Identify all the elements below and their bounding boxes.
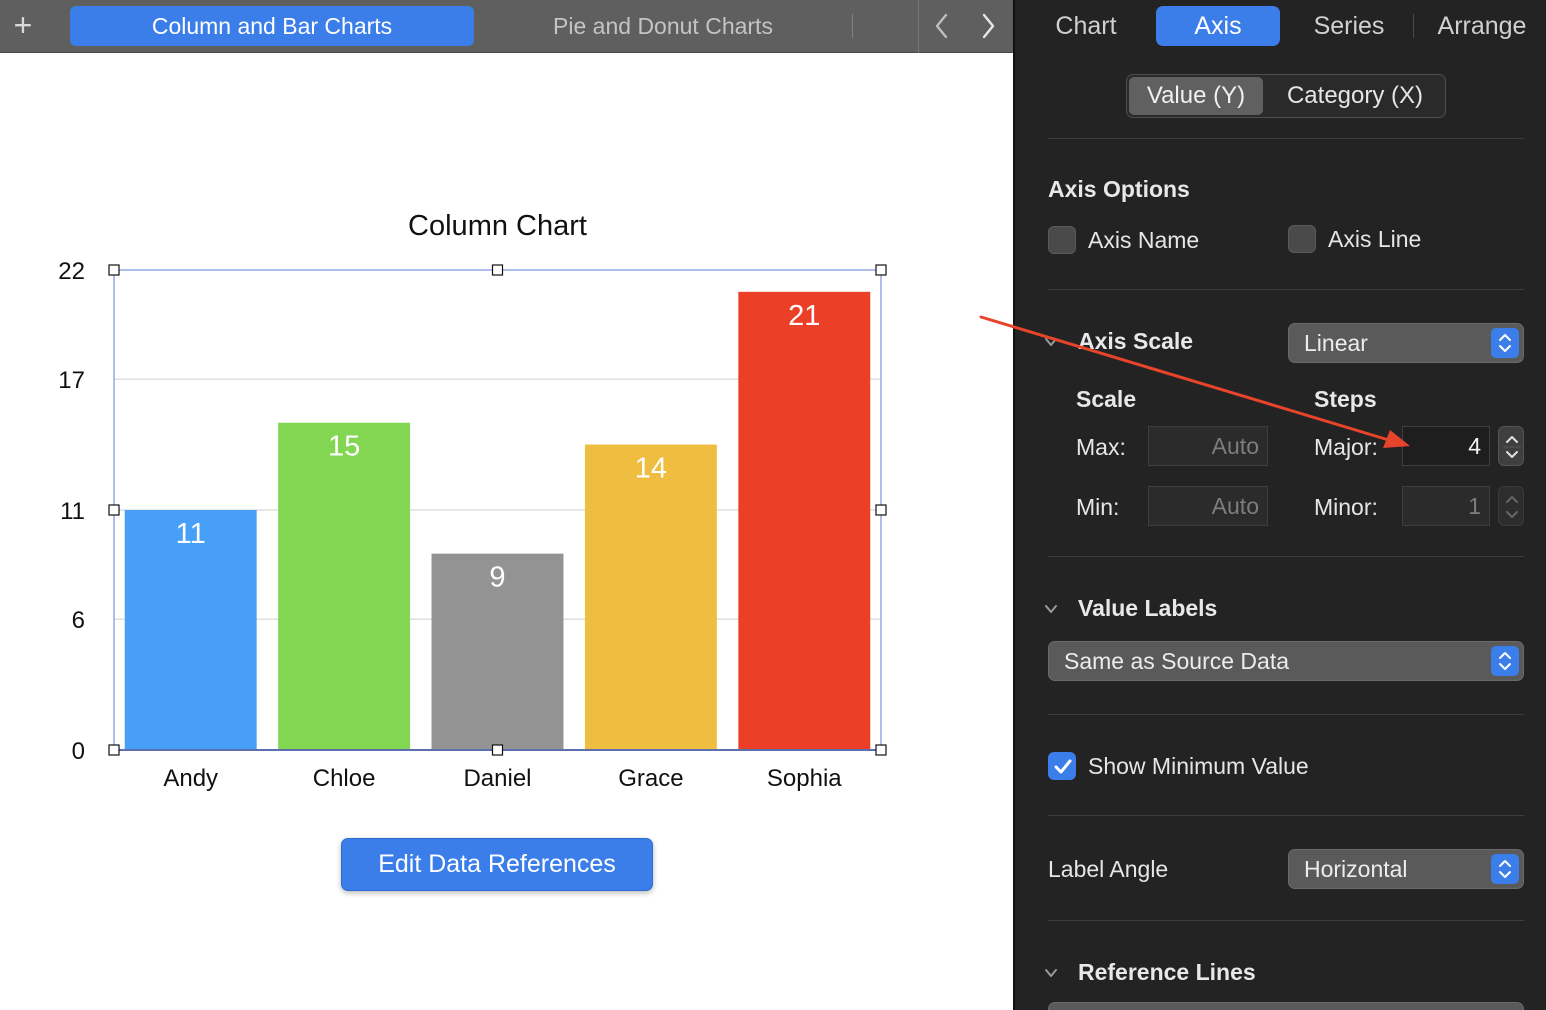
y-tick-label: 6 — [72, 607, 85, 634]
reference-lines-title: Reference Lines — [1078, 959, 1256, 985]
section-divider — [1048, 920, 1524, 921]
plus-icon[interactable]: + — [8, 6, 38, 44]
max-field[interactable]: Auto — [1148, 426, 1268, 466]
label-angle-value: Horizontal — [1304, 856, 1408, 882]
segment-value-y[interactable]: Value (Y) — [1129, 77, 1263, 115]
data-label: 14 — [635, 453, 667, 485]
document-canvas: Column Chart 0 6 11 17 22 11 Andy 15 Chloe 9 Daniel… — [0, 54, 1013, 1010]
show-minimum-label: Show Minimum Value — [1088, 753, 1309, 779]
major-steps-field[interactable]: 4 — [1402, 426, 1490, 466]
tab-separator — [918, 0, 919, 53]
bar-grace — [584, 444, 717, 750]
axis-scale-popup[interactable]: Linear — [1288, 323, 1524, 363]
data-label: 21 — [788, 300, 820, 332]
min-field[interactable]: Auto — [1148, 486, 1268, 526]
tab-pie-and-donut-charts[interactable]: Pie and Donut Charts — [474, 6, 852, 46]
column-chart[interactable]: Column Chart 0 6 11 17 22 11 Andy 15 Chloe 9 Daniel… — [0, 54, 1013, 834]
x-tick-label: Andy — [163, 765, 218, 792]
resize-handle — [108, 744, 120, 756]
up-down-arrows-icon — [1491, 328, 1519, 358]
chevron-left-icon[interactable] — [922, 6, 962, 46]
max-label: Max: — [1076, 434, 1126, 460]
axis-scale-title: Axis Scale — [1078, 328, 1194, 354]
chevron-down-icon[interactable] — [1043, 601, 1059, 617]
minor-steps-stepper[interactable] — [1498, 486, 1524, 526]
tab-separator — [1413, 14, 1414, 38]
section-divider — [1048, 714, 1524, 715]
section-divider — [1048, 138, 1524, 139]
y-tick-label: 0 — [72, 738, 85, 765]
y-tick-label: 22 — [58, 258, 85, 285]
tab-chart[interactable]: Chart — [1037, 6, 1135, 46]
segment-category-x[interactable]: Category (X) — [1265, 77, 1445, 115]
tab-arrange[interactable]: Arrange — [1427, 6, 1537, 46]
label-angle-label: Label Angle — [1048, 856, 1169, 882]
x-tick-label: Chloe — [313, 765, 376, 792]
chevron-right-icon[interactable] — [968, 6, 1008, 46]
axis-scale-value: Linear — [1304, 330, 1368, 356]
resize-handle — [875, 504, 887, 516]
tab-column-and-bar-charts[interactable]: Column and Bar Charts — [70, 6, 474, 46]
chart-title: Column Chart — [408, 210, 587, 242]
checkmark-icon — [1054, 759, 1072, 774]
x-tick-label: Daniel — [463, 765, 531, 792]
chevron-down-icon[interactable] — [1043, 334, 1059, 350]
resize-handle — [491, 744, 504, 756]
tab-separator — [852, 14, 853, 38]
axis-segmented-control: Value (Y) Category (X) — [1126, 74, 1446, 118]
value-labels-value: Same as Source Data — [1064, 648, 1290, 674]
axis-options-title: Axis Options — [1048, 176, 1190, 202]
major-steps-stepper[interactable] — [1498, 426, 1524, 466]
major-label: Major: — [1314, 434, 1378, 460]
minor-label: Minor: — [1314, 494, 1378, 520]
minor-steps-field[interactable]: 1 — [1402, 486, 1490, 526]
y-tick-label: 11 — [60, 498, 85, 525]
value-labels-popup[interactable]: Same as Source Data — [1048, 641, 1524, 681]
chevron-down-icon[interactable] — [1043, 965, 1059, 981]
y-tick-label: 17 — [58, 367, 85, 394]
axis-name-label: Axis Name — [1088, 227, 1200, 253]
min-label: Min: — [1076, 494, 1120, 520]
axis-line-checkbox[interactable] — [1288, 225, 1316, 253]
tab-axis[interactable]: Axis — [1156, 6, 1280, 46]
axis-line-label: Axis Line — [1328, 226, 1422, 252]
data-label: 9 — [489, 562, 505, 594]
bar-chloe — [278, 422, 411, 750]
value-labels-title: Value Labels — [1078, 595, 1218, 621]
up-down-arrows-icon — [1491, 854, 1519, 884]
resize-handle — [108, 264, 120, 276]
section-divider — [1048, 556, 1524, 557]
resize-handle — [875, 264, 887, 276]
reference-lines-popup[interactable] — [1048, 1002, 1524, 1010]
chart-type-tabbar: + Column and Bar Charts Pie and Donut Ch… — [0, 0, 1013, 53]
section-divider — [1048, 289, 1524, 290]
tab-series[interactable]: Series — [1301, 6, 1397, 46]
resize-handle — [875, 744, 887, 756]
app-window: + Column and Bar Charts Pie and Donut Ch… — [0, 0, 1546, 1010]
data-label: 15 — [328, 431, 360, 463]
steps-subtitle: Steps — [1314, 386, 1377, 412]
bar-sophia — [738, 291, 871, 750]
edit-data-references-button[interactable]: Edit Data References — [341, 838, 653, 891]
axis-name-checkbox[interactable] — [1048, 226, 1076, 254]
resize-handle — [491, 264, 504, 276]
resize-handle — [108, 504, 120, 516]
show-minimum-checkbox[interactable] — [1048, 752, 1076, 780]
x-tick-label: Sophia — [767, 765, 842, 792]
format-sidebar: Chart Axis Series Arrange Value (Y) Cate… — [1013, 0, 1546, 1010]
section-divider — [1048, 815, 1524, 816]
scale-subtitle: Scale — [1076, 386, 1137, 412]
x-tick-label: Grace — [618, 765, 683, 792]
up-down-arrows-icon — [1491, 646, 1519, 676]
data-label: 11 — [176, 518, 206, 550]
label-angle-popup[interactable]: Horizontal — [1288, 849, 1524, 889]
